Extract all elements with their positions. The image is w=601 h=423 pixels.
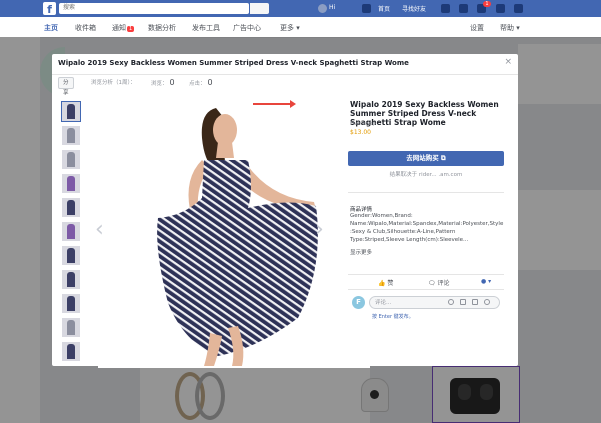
- thumbnail[interactable]: [62, 318, 80, 337]
- thumbnail-figure: [67, 320, 75, 335]
- tab-inbox[interactable]: 收件箱: [75, 23, 96, 33]
- close-icon[interactable]: ×: [504, 57, 512, 67]
- friend-requests-icon[interactable]: [362, 4, 371, 13]
- home-link[interactable]: 首页: [378, 4, 390, 13]
- tab-notifications-badge: 1: [127, 26, 135, 32]
- page-tabs-bar: 主页 收件箱 通知 1 数据分析 发布工具 广告中心 更多 ▾ 设置 帮助 ▾: [0, 17, 601, 38]
- share-button[interactable]: 分享: [58, 77, 74, 96]
- thumbnail-figure: [67, 224, 75, 239]
- tab-home[interactable]: 主页: [44, 23, 58, 33]
- thumbnail[interactable]: [62, 222, 80, 241]
- like-label: 赞: [387, 280, 394, 287]
- next-image-arrow-icon[interactable]: ›: [315, 217, 324, 242]
- thumbnail-figure: [67, 152, 75, 167]
- comment-button[interactable]: 🗨 评论: [428, 278, 450, 287]
- commenter-avatar: F: [352, 296, 365, 309]
- tab-ad-center[interactable]: 广告中心: [233, 23, 261, 33]
- stat-clicks: 点击： 0: [189, 78, 213, 87]
- comment-hint: 按 Enter 键发布。: [372, 314, 414, 320]
- detail-line: :Sexy & Club,Silhouette:A-Line,Pattern: [350, 229, 456, 235]
- find-friends-link[interactable]: 寻找好友: [402, 4, 426, 13]
- annotation-arrow: [253, 103, 293, 105]
- annotation-arrow-head: [290, 100, 296, 108]
- thumbnail[interactable]: [62, 198, 80, 217]
- modal-header: Wipalo 2019 Sexy Backless Women Summer S…: [52, 54, 518, 75]
- tab-notifications-label: 通知: [112, 24, 126, 32]
- shop-name[interactable]: Five shop: [350, 121, 376, 127]
- dress-illustration: [157, 108, 318, 366]
- product-main-image: [98, 98, 370, 368]
- tab-insights[interactable]: 数据分析: [148, 23, 176, 33]
- stat-views-label: 浏览：: [151, 81, 168, 87]
- sticker-icon[interactable]: [484, 299, 490, 305]
- stat-views: 浏览： 0: [151, 78, 175, 87]
- page-selector[interactable]: ● ▾: [481, 278, 491, 285]
- comment-input[interactable]: 评论...: [369, 296, 500, 309]
- thumbnail-figure: [67, 200, 75, 215]
- profile-avatar-icon[interactable]: [318, 4, 327, 13]
- thumbnail-figure: [67, 272, 75, 287]
- top-navigation-bar: f Hi 首页 寻找好友 1: [0, 0, 601, 17]
- thumbnail[interactable]: [62, 174, 80, 193]
- help-link[interactable]: 帮助 ▾: [500, 23, 520, 33]
- show-more-link[interactable]: 显示更多: [350, 248, 372, 256]
- thumbnail-figure: [67, 344, 75, 359]
- stat-weekly-label: 浏览分析（1周）：: [91, 80, 136, 86]
- thumbnail[interactable]: [61, 101, 81, 122]
- thumbnail-figure: [67, 176, 75, 191]
- disclaimer-text: 结果取决于 rider... .am.com: [389, 172, 463, 178]
- details-heading: 商品详情: [350, 207, 373, 213]
- like-button[interactable]: 👍 赞: [378, 278, 393, 287]
- search-input[interactable]: [59, 3, 249, 14]
- comment-composer: F 评论...: [352, 296, 502, 310]
- visit-website-button[interactable]: 去网站购买 ⧉: [348, 151, 504, 166]
- tab-notifications[interactable]: 通知 1: [112, 23, 135, 33]
- product-price: $13.00: [350, 129, 371, 136]
- thumbnail-figure: [67, 296, 75, 311]
- thumbnail-figure: [67, 104, 75, 119]
- actions-bar: 👍 赞 🗨 评论 ● ▾: [348, 274, 504, 290]
- comment-icon: 🗨: [428, 280, 436, 287]
- thumbnail[interactable]: [62, 126, 80, 145]
- tab-more[interactable]: 更多 ▾: [280, 23, 300, 33]
- detail-line: Gender:Women,Brand:: [350, 213, 413, 219]
- messenger-icon[interactable]: [459, 4, 468, 13]
- detail-line: Type:Striped,Sleeve Length(cm):Sleevele.…: [350, 237, 469, 243]
- thumbnail[interactable]: [62, 150, 80, 169]
- settings-link[interactable]: 设置: [470, 23, 484, 33]
- account-menu-icon[interactable]: [514, 4, 523, 13]
- thumbnail[interactable]: [62, 246, 80, 265]
- product-modal: Wipalo 2019 Sexy Backless Women Summer S…: [52, 54, 518, 368]
- comment-label: 评论: [437, 280, 450, 287]
- camera-icon[interactable]: [460, 299, 466, 305]
- prev-image-arrow-icon[interactable]: ‹: [95, 217, 104, 242]
- detail-line: Name:Wipalo,Material:Spandex,Material:Po…: [350, 221, 504, 227]
- gif-icon[interactable]: [472, 299, 478, 305]
- modal-title: Wipalo 2019 Sexy Backless Women Summer S…: [58, 59, 409, 67]
- thumbnail[interactable]: [62, 270, 80, 289]
- thumbnail-figure: [67, 128, 75, 143]
- emoji-icon[interactable]: [448, 299, 454, 305]
- notification-count-badge: 1: [483, 1, 491, 7]
- profile-link[interactable]: Hi: [329, 4, 335, 11]
- thumbs-up-icon: 👍: [378, 280, 386, 287]
- help-icon[interactable]: [496, 4, 505, 13]
- stat-weekly: 浏览分析（1周）：: [91, 78, 136, 86]
- stat-clicks-label: 点击：: [189, 81, 206, 87]
- search-button[interactable]: [250, 3, 269, 14]
- stat-views-value: 0: [169, 78, 175, 87]
- tab-publishing-tools[interactable]: 发布工具: [192, 23, 220, 33]
- thumbnail-figure: [67, 248, 75, 263]
- stat-clicks-value: 0: [207, 78, 213, 87]
- thumbnail[interactable]: [62, 294, 80, 313]
- divider: [348, 192, 504, 193]
- facebook-logo[interactable]: f: [43, 2, 56, 16]
- people-icon[interactable]: [441, 4, 450, 13]
- thumbnail[interactable]: [62, 342, 80, 361]
